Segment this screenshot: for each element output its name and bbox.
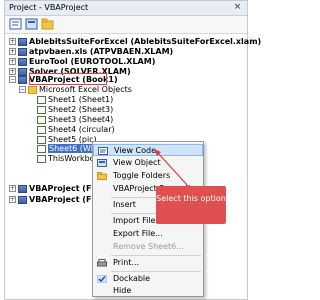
callout-arrow xyxy=(154,149,189,187)
callout-annotation: Select this option xyxy=(156,186,226,224)
